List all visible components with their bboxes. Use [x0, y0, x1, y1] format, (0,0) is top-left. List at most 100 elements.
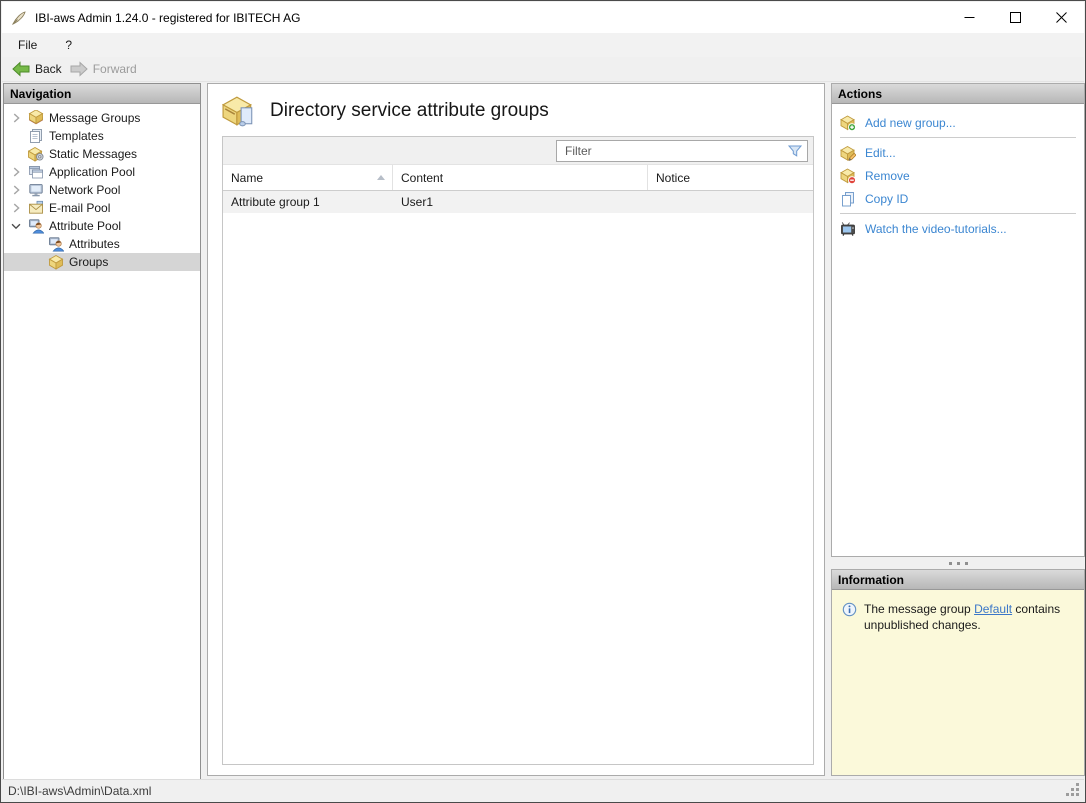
sidebar-item-groups[interactable]: Groups — [4, 253, 200, 271]
attribute-groups-icon — [222, 94, 256, 128]
app-window: IBI-aws Admin 1.24.0 - registered for IB… — [0, 0, 1086, 803]
action-label: Remove — [865, 169, 910, 183]
menu-bar: File ? — [2, 33, 1084, 57]
close-icon — [1056, 12, 1067, 23]
email-pool-icon — [28, 200, 44, 216]
sidebar-item-label: Attribute Pool — [49, 219, 121, 233]
sidebar-item-network-pool[interactable]: Network Pool — [4, 181, 200, 199]
remove-action[interactable]: Remove — [832, 164, 1084, 187]
column-header-content[interactable]: Content — [393, 165, 648, 190]
add-group-icon — [840, 115, 856, 131]
information-message: The message group Default contains unpub… — [864, 601, 1074, 633]
cell-name: Attribute group 1 — [223, 191, 393, 213]
back-button[interactable]: Back — [8, 58, 66, 80]
edit-action[interactable]: Edit... — [832, 141, 1084, 164]
sidebar-item-attributes[interactable]: Attributes — [4, 235, 200, 253]
cell-content: User1 — [393, 191, 648, 213]
panel-splitter[interactable] — [831, 557, 1085, 569]
actions-list: Add new group... Edit... Remove — [832, 104, 1084, 240]
sidebar-item-static-messages[interactable]: Static Messages — [4, 145, 200, 163]
forward-arrow-icon — [70, 61, 88, 77]
video-tutorials-icon — [840, 221, 856, 237]
resize-grip[interactable] — [1076, 793, 1079, 796]
static-messages-icon — [28, 146, 44, 162]
sidebar-item-label: Application Pool — [49, 165, 135, 179]
sort-ascending-icon — [377, 175, 385, 180]
window-controls — [946, 2, 1084, 33]
sidebar-item-label: E-mail Pool — [49, 201, 110, 215]
menu-help-label: ? — [65, 38, 72, 52]
sidebar-item-attribute-pool[interactable]: Attribute Pool — [4, 217, 200, 235]
sidebar-item-application-pool[interactable]: Application Pool — [4, 163, 200, 181]
filter-bar — [223, 137, 813, 165]
information-header: Information — [832, 570, 1084, 590]
column-header-label: Notice — [656, 171, 690, 185]
navigation-header: Navigation — [4, 84, 200, 104]
minimize-icon — [964, 12, 975, 23]
sidebar-item-label: Static Messages — [49, 147, 137, 161]
status-file-path: D:\IBI-aws\Admin\Data.xml — [8, 784, 151, 798]
page-title: Directory service attribute groups — [270, 100, 549, 122]
filter-field — [556, 140, 808, 162]
sidebar-item-label: Attributes — [69, 237, 120, 251]
chevron-right-icon[interactable] — [9, 111, 23, 125]
minimize-button[interactable] — [946, 2, 992, 33]
column-header-label: Content — [401, 171, 443, 185]
watch-video-tutorials-action[interactable]: Watch the video-tutorials... — [832, 217, 1084, 240]
add-new-group-action[interactable]: Add new group... — [832, 111, 1084, 134]
information-body: The message group Default contains unpub… — [832, 590, 1084, 633]
sidebar-item-label: Message Groups — [49, 111, 140, 125]
page-heading: Directory service attribute groups — [222, 94, 549, 128]
main-panel: Directory service attribute groups Name … — [207, 83, 825, 776]
templates-icon — [28, 128, 44, 144]
table-header-row: Name Content Notice — [223, 165, 813, 191]
splitter-dot — [949, 562, 952, 565]
sidebar-item-templates[interactable]: Templates — [4, 127, 200, 145]
close-button[interactable] — [1038, 2, 1084, 33]
sidebar-item-label: Groups — [69, 255, 108, 269]
groups-icon — [48, 254, 64, 270]
sidebar-item-label: Templates — [49, 129, 104, 143]
message-groups-icon — [28, 110, 44, 126]
actions-header: Actions — [832, 84, 1084, 104]
copy-id-icon — [840, 191, 856, 207]
toolbar: Back Forward — [2, 57, 1084, 82]
filter-funnel-icon[interactable] — [787, 143, 803, 159]
column-header-notice[interactable]: Notice — [648, 165, 813, 190]
application-pool-icon — [28, 164, 44, 180]
maximize-icon — [1010, 12, 1021, 23]
back-button-label: Back — [35, 62, 62, 76]
sidebar-item-message-groups[interactable]: Message Groups — [4, 109, 200, 127]
attributes-icon — [48, 236, 64, 252]
forward-button-label: Forward — [93, 62, 137, 76]
maximize-button[interactable] — [992, 2, 1038, 33]
filter-input[interactable] — [557, 141, 787, 161]
table-row[interactable]: Attribute group 1 User1 — [223, 191, 813, 213]
sidebar-item-email-pool[interactable]: E-mail Pool — [4, 199, 200, 217]
network-pool-icon — [28, 182, 44, 198]
splitter-dot — [965, 562, 968, 565]
action-label: Copy ID — [865, 192, 908, 206]
remove-group-icon — [840, 168, 856, 184]
chevron-down-icon[interactable] — [9, 219, 23, 233]
action-label: Edit... — [865, 146, 896, 160]
information-message-prefix: The message group — [864, 602, 974, 616]
action-label: Add new group... — [865, 116, 956, 130]
menu-file[interactable]: File — [10, 33, 45, 57]
column-header-label: Name — [231, 171, 263, 185]
column-header-name[interactable]: Name — [223, 165, 393, 190]
sidebar-item-label: Network Pool — [49, 183, 120, 197]
actions-separator — [840, 213, 1076, 214]
app-logo-icon — [11, 10, 27, 26]
actions-separator — [840, 137, 1076, 138]
navigation-tree: Message Groups Templates Static Messages — [4, 104, 200, 271]
action-label: Watch the video-tutorials... — [865, 222, 1007, 236]
info-icon — [842, 602, 857, 617]
chevron-right-icon[interactable] — [9, 201, 23, 215]
default-group-link[interactable]: Default — [974, 602, 1012, 616]
menu-help[interactable]: ? — [57, 33, 80, 57]
forward-button[interactable]: Forward — [66, 58, 141, 80]
chevron-right-icon[interactable] — [9, 165, 23, 179]
chevron-right-icon[interactable] — [9, 183, 23, 197]
copy-id-action[interactable]: Copy ID — [832, 187, 1084, 210]
